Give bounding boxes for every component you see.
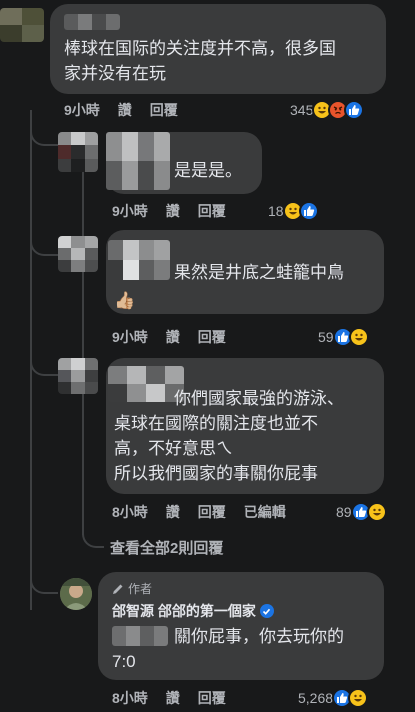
comment-meta: 9小時 讚 回覆 (112, 326, 244, 348)
thread-connector (30, 120, 60, 146)
edited-label[interactable]: 已編輯 (244, 502, 286, 522)
blurred-author-name[interactable] (108, 240, 170, 280)
comment-text: 是是是。 (174, 161, 242, 180)
thread-line (82, 150, 84, 535)
comment-text: 棒球在国际的关注度并不高，很多国 家并没有在玩 (64, 39, 336, 83)
reply-button[interactable]: 回覆 (150, 100, 178, 120)
author-name[interactable]: 郃智源 郃郃的第一個家 (112, 601, 274, 621)
blurred-author-name[interactable] (64, 14, 120, 30)
avatar[interactable] (60, 578, 92, 610)
reactions[interactable]: 345 (290, 98, 365, 122)
thread-connector (82, 520, 104, 548)
comment-time[interactable]: 8小時 (112, 688, 148, 708)
avatar[interactable] (58, 358, 98, 394)
comment-time[interactable]: 9小時 (64, 100, 100, 120)
reply-button[interactable]: 回覆 (198, 688, 226, 708)
like-icon (298, 201, 319, 221)
thumbs-up-emoji: 👍🏼 (114, 291, 136, 310)
author-name-label: 郃智源 郃郃的第一個家 (112, 603, 256, 619)
comment-meta: 8小時 讚 回覆 已編輯 (112, 501, 304, 523)
reaction-count: 5,268 (298, 690, 334, 706)
like-button[interactable]: 讚 (166, 502, 180, 522)
avatar[interactable] (58, 236, 98, 272)
like-button[interactable]: 讚 (118, 100, 132, 120)
thread-connector (30, 570, 58, 594)
like-icon (344, 100, 365, 120)
reply-button[interactable]: 回覆 (198, 502, 226, 522)
avatar[interactable] (0, 8, 44, 42)
like-button[interactable]: 讚 (166, 201, 180, 221)
comment-time[interactable]: 9小時 (112, 327, 148, 347)
reactions[interactable]: 59 (318, 325, 369, 349)
author-tag: 作者 (112, 580, 152, 597)
like-button[interactable]: 讚 (166, 327, 180, 347)
comment-text: 你們國家最強的游泳、 桌球在國際的關注度也並不 高，不好意思ㄟ 所以我們國家的事… (114, 389, 344, 483)
reaction-count: 18 (268, 203, 284, 219)
reactions[interactable]: 5,268 (298, 686, 369, 710)
comment-meta: 9小時 讚 回覆 (112, 200, 244, 222)
reaction-count: 59 (318, 329, 334, 345)
verified-badge-icon (259, 604, 274, 618)
haha-icon (348, 688, 369, 708)
author-tag-label: 作者 (128, 582, 153, 596)
reaction-count: 89 (336, 504, 352, 520)
comment-text: 果然是井底之蛙籠中鳥 (174, 263, 344, 282)
reactions[interactable]: 89 (336, 500, 387, 524)
comment-meta: 9小時 讚 回覆 (64, 99, 196, 121)
haha-icon (348, 327, 369, 347)
reply-button[interactable]: 回覆 (198, 201, 226, 221)
comment-time[interactable]: 8小時 (112, 502, 148, 522)
comment-time[interactable]: 9小時 (112, 201, 148, 221)
reaction-count: 345 (290, 102, 314, 118)
reply-button[interactable]: 回覆 (198, 327, 226, 347)
pencil-icon (113, 584, 123, 594)
thread-connector (30, 230, 60, 256)
comment-meta: 8小時 讚 回覆 (112, 687, 244, 709)
comment-text: 關你屁事，你去玩你的 7:0 (112, 627, 344, 671)
blurred-author-name[interactable] (106, 132, 170, 190)
like-button[interactable]: 讚 (166, 688, 180, 708)
avatar[interactable] (58, 132, 98, 172)
reactions[interactable]: 18 (268, 199, 319, 223)
thread-connector (30, 350, 60, 376)
thread-line (30, 110, 32, 610)
haha-icon (366, 502, 387, 522)
view-more-replies-link[interactable]: 查看全部2則回覆 (110, 537, 223, 558)
